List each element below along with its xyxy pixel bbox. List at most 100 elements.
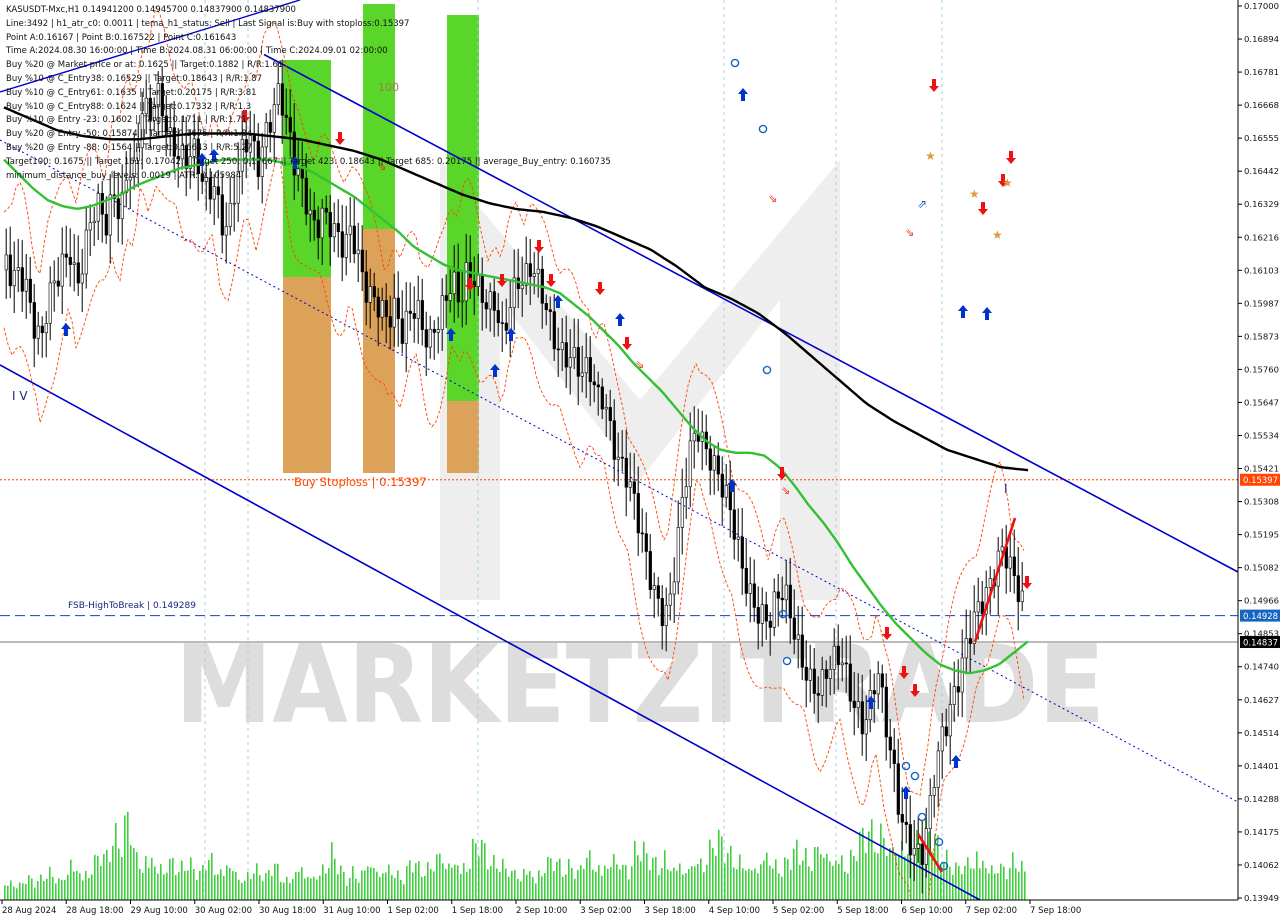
- candle-body: [596, 384, 600, 388]
- candle-body: [196, 138, 200, 175]
- volume-bar: [169, 858, 171, 900]
- candle-body: [208, 177, 212, 200]
- candle-body: [812, 668, 816, 694]
- volume-bar: [184, 871, 186, 900]
- candle-body: [520, 284, 524, 290]
- volume-bar: [871, 819, 873, 900]
- price-tick-label: 0.14514: [1244, 729, 1279, 738]
- candle-body: [928, 795, 932, 829]
- candle-body: [440, 295, 444, 330]
- candle-body: [880, 673, 884, 688]
- volume-bar: [247, 871, 249, 900]
- volume-bar: [103, 854, 105, 900]
- volume-bar: [118, 848, 120, 900]
- price-tick-label: 0.15082: [1244, 564, 1279, 573]
- candle-body: [160, 83, 164, 117]
- candle-body: [132, 159, 136, 178]
- volume-bar: [304, 878, 306, 900]
- volume-bar: [424, 875, 426, 900]
- volume-bar: [142, 872, 144, 900]
- candle-body: [836, 645, 840, 666]
- volume-bar: [736, 869, 738, 900]
- volume-bar: [346, 885, 348, 900]
- volume-bar: [610, 867, 612, 900]
- candle-body: [748, 583, 752, 594]
- volume-bar: [544, 873, 546, 900]
- star-icon: ★: [992, 228, 1003, 242]
- candle-body: [912, 848, 916, 856]
- volume-bar: [70, 859, 72, 900]
- volume-bar: [529, 871, 531, 900]
- volume-bar: [538, 870, 540, 900]
- candle-body: [852, 700, 856, 708]
- candle-body: [640, 532, 644, 535]
- volume-bar: [1009, 868, 1011, 900]
- volume-bar: [43, 881, 45, 900]
- candle-body: [884, 686, 888, 738]
- volume-bar: [481, 839, 483, 900]
- candle-body: [172, 127, 176, 157]
- candle-body: [448, 293, 452, 301]
- volume-bar: [637, 855, 639, 900]
- volume-bar: [514, 870, 516, 900]
- volume-bar: [400, 879, 402, 900]
- candle-body: [260, 146, 264, 177]
- price-chart[interactable]: MARKETZITRADE ★★★★⇘⇘⇘⇘⇘⇗ Buy Stoploss | …: [0, 0, 1280, 924]
- volume-bar: [598, 865, 600, 900]
- candle-body: [772, 591, 776, 628]
- candle-body: [652, 585, 656, 590]
- candle-body: [328, 211, 332, 238]
- candle-body: [532, 273, 536, 277]
- volume-bar: [805, 847, 807, 900]
- candle-body: [872, 690, 876, 695]
- price-tick-label: 0.15421: [1244, 465, 1279, 474]
- candle-body: [556, 348, 560, 351]
- candle-body: [616, 456, 620, 460]
- volume-bar: [634, 840, 636, 900]
- candle-body: [528, 263, 532, 277]
- volume-bar: [82, 880, 84, 900]
- volume-bar: [742, 868, 744, 900]
- time-tick-label: 28 Aug 2024: [2, 906, 56, 916]
- signal-zones: [283, 4, 479, 473]
- volume-bar: [196, 879, 198, 900]
- price-tick-label: 0.15308: [1244, 498, 1279, 507]
- volume-bar: [205, 870, 207, 900]
- candle-body: [392, 297, 396, 328]
- candle-body: [36, 325, 40, 339]
- candle-body: [908, 824, 912, 856]
- volume-bar: [955, 862, 957, 900]
- candle-body: [352, 225, 356, 255]
- price-tick-label: 0.15647: [1244, 398, 1279, 407]
- candle-body: [200, 173, 204, 182]
- volume-bar: [664, 850, 666, 900]
- price-tick-label: 0.14062: [1244, 861, 1279, 870]
- candle-body: [724, 485, 728, 498]
- volume-bar: [310, 878, 312, 900]
- volume-bar: [574, 878, 576, 900]
- candle-body: [832, 645, 836, 670]
- price-tick-label: 0.16555: [1244, 134, 1279, 143]
- candle-body: [64, 253, 68, 258]
- candle-body: [588, 357, 592, 383]
- candle-body: [104, 213, 108, 236]
- volume-bar: [364, 870, 366, 900]
- volume-bar: [754, 868, 756, 900]
- volume-bar: [523, 868, 525, 900]
- volume-bar: [553, 871, 555, 900]
- candle-body: [788, 584, 792, 619]
- volume-bar: [1015, 868, 1017, 900]
- exit-arrow-icon: ⇘: [635, 358, 644, 371]
- volume-bar: [904, 856, 906, 900]
- volume-bar: [454, 864, 456, 900]
- volume-bar: [748, 868, 750, 900]
- candle-body: [44, 322, 48, 334]
- candle-body: [600, 386, 604, 410]
- candle-body: [16, 267, 20, 271]
- volume-bar: [508, 876, 510, 900]
- time-tick-label: 5 Sep 18:00: [837, 906, 888, 916]
- volume-bar: [235, 871, 237, 900]
- volume-bar: [850, 849, 852, 900]
- candle-body: [916, 843, 920, 849]
- candle-body: [668, 593, 672, 606]
